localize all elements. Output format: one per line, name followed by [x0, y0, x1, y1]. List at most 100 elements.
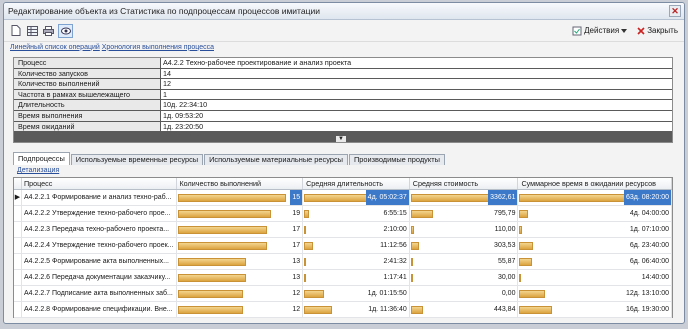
- row-marker: [14, 302, 22, 317]
- value-bar: [177, 306, 243, 314]
- table-row[interactable]: А4.2.2.6 Передача документации заказчику…: [14, 270, 672, 286]
- process-cell: А4.2.2.7 Подписание акта выполненных заб…: [22, 286, 177, 301]
- cell-value: 14:40:00: [641, 274, 669, 281]
- avg-cost-cell: 3362,61: [410, 190, 519, 205]
- linear-operations-link[interactable]: Линейный список операций: [10, 44, 100, 51]
- value-bar: [519, 210, 529, 218]
- cell-value: 17: [292, 242, 301, 249]
- value-bar: [177, 274, 246, 282]
- new-document-icon[interactable]: [10, 25, 22, 37]
- row-marker: [14, 238, 22, 253]
- value-bar: [410, 274, 413, 282]
- actions-menu-button[interactable]: Действия: [572, 26, 628, 36]
- property-label: Количество запусков: [14, 68, 160, 79]
- tab-products[interactable]: Производимые продукты: [348, 154, 445, 165]
- table-row[interactable]: ▶ А4.2.2.1 Формирование и анализ техно-ра…: [14, 190, 672, 206]
- window-close-icon[interactable]: ✕: [669, 5, 681, 17]
- property-label: Количество выполнений: [14, 79, 160, 89]
- value-bar: [519, 306, 553, 314]
- cell-value: 1д. 11:36:40: [368, 306, 407, 313]
- process-cell: А4.2.2.8 Формирование спецификации. Вне.…: [22, 302, 177, 317]
- cell-value: 795,79: [494, 210, 516, 217]
- value-bar: [410, 306, 423, 314]
- row-marker: ▶: [14, 190, 22, 205]
- row-marker: [14, 270, 22, 285]
- actions-icon: [572, 26, 582, 35]
- header-count[interactable]: Количество выполнений: [177, 178, 304, 189]
- header-avg-cost[interactable]: Средняя стоимость: [410, 178, 519, 189]
- property-value: 12: [161, 79, 672, 89]
- expand-arrow-icon[interactable]: ▼: [336, 136, 346, 142]
- wait-time-cell: 1д. 07:10:00: [518, 222, 672, 237]
- avg-duration-cell: 1:17:41: [303, 270, 410, 285]
- property-value: 14: [161, 68, 672, 79]
- header-process[interactable]: Процесс: [22, 178, 177, 189]
- property-row: Процесс А4.2.2 Техно-рабочее проектирован…: [14, 58, 672, 69]
- cell-value: 12: [292, 290, 301, 297]
- detail-link[interactable]: Детализация: [17, 167, 59, 174]
- header-avg-duration[interactable]: Средняя длительность: [303, 178, 410, 189]
- property-row: Время выполнения 1д. 09:53:20: [14, 110, 672, 122]
- tab-subprocesses[interactable]: Подпроцессы: [13, 152, 70, 165]
- table-row[interactable]: А4.2.2.7 Подписание акта выполненных заб…: [14, 286, 672, 302]
- value-bar: [177, 226, 267, 234]
- cell-value: 6д. 06:40:00: [629, 258, 669, 265]
- cell-value: 15: [290, 190, 303, 205]
- cell-value: 1:17:41: [383, 274, 407, 281]
- avg-cost-cell: 110,00: [410, 222, 519, 237]
- cell-value: 3362,61: [488, 190, 518, 205]
- count-cell: 12: [177, 286, 304, 301]
- cell-value: 4д. 05:02:37: [365, 190, 409, 205]
- property-label: Процесс: [14, 58, 160, 68]
- tab-time-resources[interactable]: Используемые временные ресурсы: [70, 154, 204, 165]
- cell-value: 1д. 07:10:00: [629, 226, 669, 233]
- cell-value: 11:12:56: [380, 242, 407, 249]
- property-row: Частота в рамках вышележащего 1: [14, 89, 672, 101]
- cell-value: 12д. 13:10:00: [625, 290, 669, 297]
- value-bar: [304, 226, 307, 234]
- toolbar: Действия Закрыть: [4, 20, 684, 42]
- value-bar: [304, 290, 325, 298]
- close-icon: [637, 26, 645, 35]
- property-row: Время ожиданий 1д. 23:20:50: [14, 121, 672, 133]
- avg-duration-cell: 6:55:15: [303, 206, 410, 221]
- property-value: 1д. 09:53:20: [161, 110, 672, 121]
- process-chronology-link[interactable]: Хронология выполнения процесса: [102, 44, 214, 51]
- value-bar: [519, 290, 546, 298]
- table-row[interactable]: А4.2.2.3 Передача техно-рабочего проекта…: [14, 222, 672, 238]
- subprocess-grid: Процесс Количество выполнений Средняя дл…: [13, 177, 673, 318]
- row-marker: [14, 286, 22, 301]
- print-icon[interactable]: [42, 25, 54, 37]
- property-value: А4.2.2 Техно-рабочее проектирование и ан…: [161, 58, 672, 68]
- value-bar: [304, 306, 333, 314]
- value-bar: [177, 194, 286, 202]
- property-value: 10д. 22:34:10: [161, 100, 672, 110]
- property-row: Количество выполнений 12: [14, 79, 672, 90]
- header-wait-time[interactable]: Суммарное время в ожидании ресурсов: [518, 178, 672, 189]
- avg-cost-cell: 30,00: [410, 270, 519, 285]
- close-button[interactable]: Закрыть: [637, 26, 678, 35]
- close-label: Закрыть: [647, 26, 678, 35]
- view-links: Линейный список операций Хронология выпо…: [4, 42, 684, 52]
- row-marker: [14, 222, 22, 237]
- value-bar: [410, 226, 414, 234]
- cell-value: 30,00: [497, 274, 516, 281]
- wait-time-cell: 6д. 06:40:00: [518, 254, 672, 269]
- cell-value: 303,53: [494, 242, 516, 249]
- cell-value: 19: [292, 210, 301, 217]
- table-row[interactable]: А4.2.2.4 Утверждение техно-рабочего прое…: [14, 238, 672, 254]
- table-row[interactable]: А4.2.2.8 Формирование спецификации. Вне.…: [14, 302, 672, 318]
- wait-time-cell: 4д. 04:00:00: [518, 206, 672, 221]
- avg-duration-cell: 1д. 11:36:40: [303, 302, 410, 317]
- tab-material-resources[interactable]: Используемые материальные ресурсы: [204, 154, 348, 165]
- cell-value: 443,84: [494, 306, 516, 313]
- avg-duration-cell: 4д. 05:02:37: [303, 190, 410, 205]
- table-icon[interactable]: [26, 25, 38, 37]
- wait-time-cell: 63д. 08:20:00: [518, 190, 672, 205]
- row-marker: [14, 254, 22, 269]
- process-cell: А4.2.2.4 Утверждение техно-рабочего прое…: [22, 238, 177, 253]
- cell-value: 13: [292, 274, 301, 281]
- view-toggle-icon[interactable]: [58, 23, 73, 38]
- table-row[interactable]: А4.2.2.5 Формирование акта выполненных..…: [14, 254, 672, 270]
- table-row[interactable]: А4.2.2.2 Утверждение техно-рабочего прое…: [14, 206, 672, 222]
